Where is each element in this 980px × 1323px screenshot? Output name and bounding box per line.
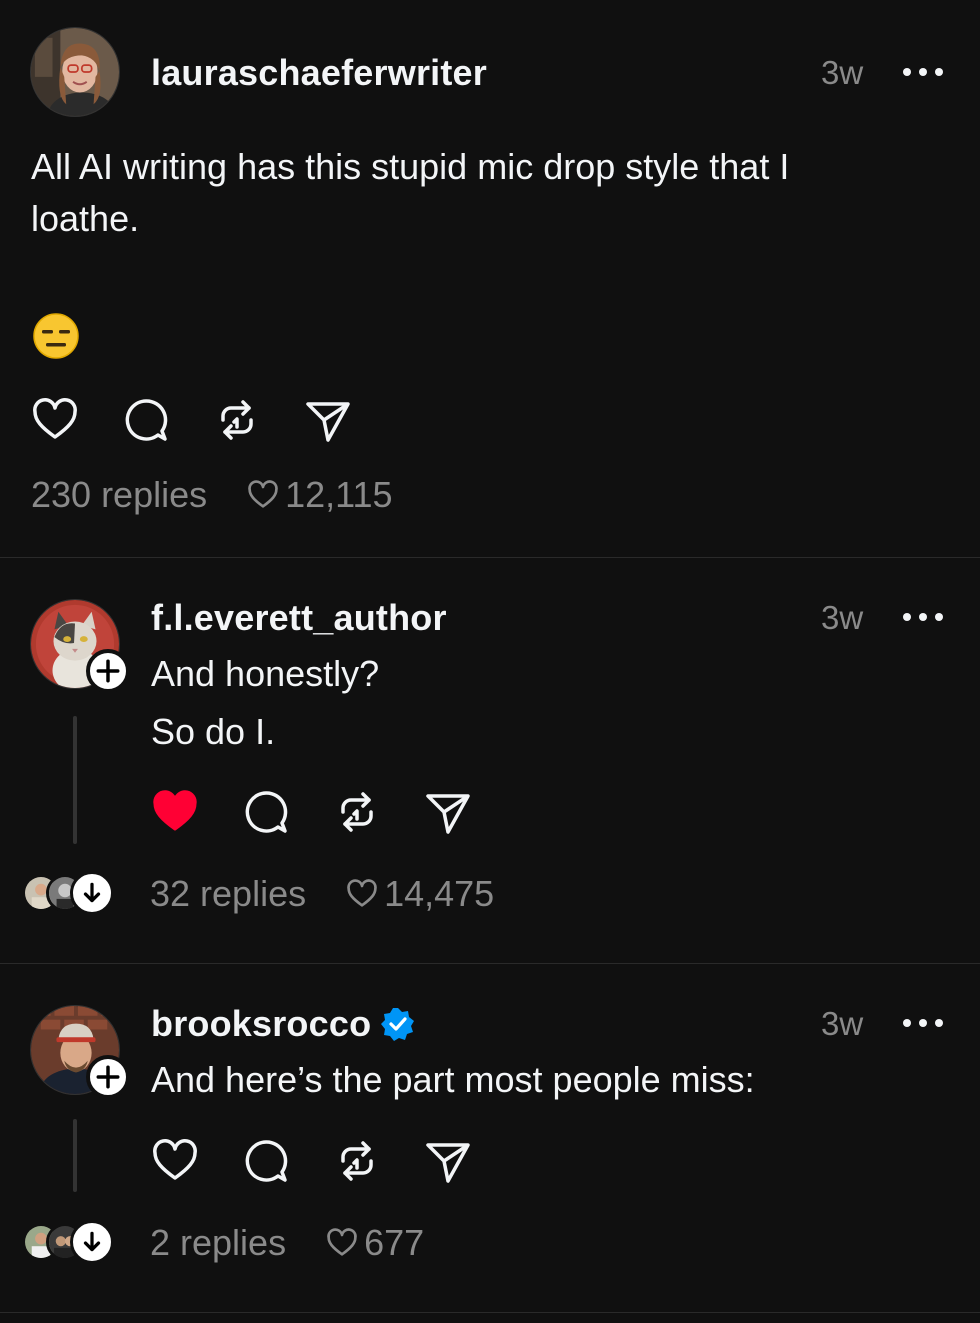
verified-badge-icon [381, 1008, 415, 1041]
repost-icon [341, 1141, 373, 1181]
repost-button[interactable] [212, 395, 262, 445]
like-button[interactable] [30, 395, 80, 445]
plus-icon [96, 1065, 120, 1089]
post-stats: 32 replies 14,475 [150, 873, 494, 915]
comment-bubble-icon [245, 1140, 288, 1182]
arrow-down-icon [83, 882, 101, 903]
more-dots-icon[interactable] [903, 62, 943, 82]
post-text-line-2: loathe. [31, 198, 140, 239]
comment-button[interactable] [241, 1136, 291, 1186]
post-actions [30, 395, 394, 445]
post-stats: 230 replies 12,115 [31, 474, 393, 516]
heart-icon [153, 1139, 197, 1180]
post-time: 3w [821, 599, 864, 636]
username[interactable]: brooksrocco [151, 1003, 415, 1045]
repost-icon [221, 400, 253, 440]
post-time: 3w [821, 54, 864, 91]
heart-icon [33, 398, 77, 439]
username-text[interactable]: brooksrocco [151, 1003, 371, 1045]
post-text-line-1: All AI writing has this stupid mic drop … [31, 146, 790, 187]
likes-value: 14,475 [384, 873, 495, 914]
heart-icon [347, 879, 377, 907]
heart-icon-filled [153, 790, 197, 831]
comment-button[interactable] [121, 395, 171, 445]
comment-bubble-icon [125, 399, 168, 441]
heart-icon [248, 480, 278, 508]
username[interactable]: lauraschaeferwriter [151, 52, 487, 94]
avatar-image [31, 28, 119, 116]
replies-count[interactable]: 2 replies [150, 1222, 286, 1264]
comment-bubble-icon [245, 791, 288, 833]
expand-replies-button[interactable] [70, 1220, 114, 1264]
post-stats: 2 replies 677 [150, 1222, 424, 1264]
post-f-l-everett-author: f.l.everett_author 3w And honestly? So d… [0, 558, 980, 963]
repost-icon [341, 792, 373, 832]
share-button[interactable] [423, 1136, 473, 1186]
post-brooksrocco: brooksrocco 3w And here’s the part most … [0, 964, 980, 1312]
like-button[interactable] [150, 1136, 200, 1186]
heart-icon [327, 1228, 357, 1256]
post-actions [150, 1136, 514, 1186]
post-divider [0, 1312, 980, 1313]
expressionless-face-icon [33, 313, 79, 359]
expand-replies-button[interactable] [70, 871, 114, 915]
share-send-icon [426, 1143, 470, 1183]
repost-button[interactable] [332, 1136, 382, 1186]
reply-avatars[interactable] [22, 871, 114, 915]
more-dots-icon[interactable] [903, 1013, 943, 1033]
replies-count[interactable]: 32 replies [150, 873, 306, 915]
likes-count[interactable]: 12,115 [247, 474, 393, 516]
repost-button[interactable] [332, 787, 382, 837]
more-dots-icon[interactable] [903, 607, 943, 627]
avatar[interactable] [30, 27, 120, 117]
share-button[interactable] [423, 787, 473, 837]
username[interactable]: f.l.everett_author [151, 597, 447, 639]
like-button[interactable] [150, 787, 200, 837]
likes-count[interactable]: 14,475 [346, 873, 494, 915]
follow-button[interactable] [86, 1055, 130, 1099]
thread-line [73, 1119, 77, 1192]
likes-value: 677 [364, 1222, 425, 1263]
reply-avatars[interactable] [22, 1220, 114, 1264]
username-text[interactable]: lauraschaeferwriter [151, 52, 487, 94]
post-text-line-2: So do I. [151, 711, 276, 752]
post-actions [150, 787, 514, 837]
share-send-icon [306, 402, 350, 442]
post-text-line-1: And honestly? [151, 653, 380, 694]
follow-button[interactable] [86, 649, 130, 693]
post-text-line-1: And here’s the part most people miss: [151, 1059, 755, 1100]
share-send-icon [426, 794, 470, 834]
likes-count[interactable]: 677 [326, 1222, 424, 1264]
likes-value: 12,115 [285, 474, 393, 515]
username-text[interactable]: f.l.everett_author [151, 597, 447, 639]
post-lauraschaeferwriter: lauraschaeferwriter 3w All AI writing ha… [0, 0, 980, 557]
share-button[interactable] [303, 395, 353, 445]
replies-count[interactable]: 230 replies [31, 474, 207, 516]
arrow-down-icon [83, 1231, 101, 1252]
comment-button[interactable] [241, 787, 291, 837]
plus-icon [96, 659, 120, 683]
post-time: 3w [821, 1005, 864, 1042]
thread-line [73, 716, 77, 844]
